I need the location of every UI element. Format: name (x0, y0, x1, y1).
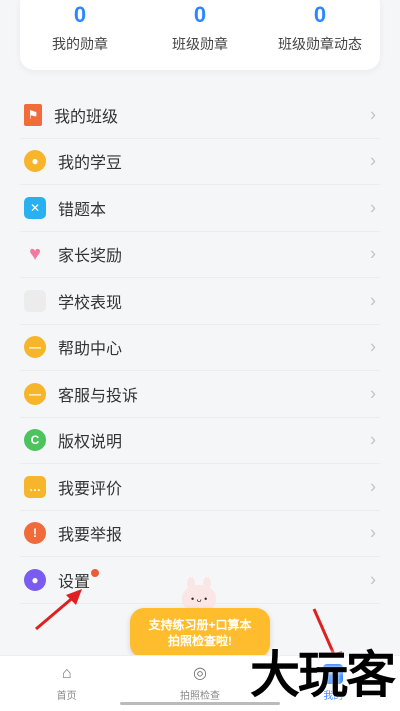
watermark: 大玩客 (250, 647, 396, 703)
menu-item-label: 我的学豆 (58, 155, 123, 173)
stat-label: 班级勋章动态 (278, 36, 362, 52)
stats-card: 0 我的勋章 0 班级勋章 0 班级勋章动态 (20, 0, 380, 70)
chevron-right-icon: › (370, 150, 376, 171)
flag-icon: ⚑ (24, 103, 42, 126)
service-icon: — (24, 382, 46, 405)
promo-line2: 拍照检查啦! (168, 634, 232, 648)
menu-item-my-class[interactable]: ⚑ 我的班级 › (20, 92, 380, 139)
menu-item-customer-service[interactable]: — 客服与投诉 › (20, 371, 380, 418)
settings-menu: ⚑ 我的班级 › ● 我的学豆 › ✕ 错题本 › ♥ 家长奖励 › 学校表现 … (20, 92, 380, 604)
menu-item-parent-rewards[interactable]: ♥ 家长奖励 › (20, 232, 380, 278)
chevron-right-icon: › (370, 522, 376, 543)
chevron-right-icon: › (370, 290, 376, 311)
menu-item-label: 版权说明 (58, 434, 123, 452)
menu-item-label: 我的班级 (54, 108, 119, 126)
help-icon: — (24, 336, 46, 359)
menu-item-mistake-book[interactable]: ✕ 错题本 › (20, 185, 380, 232)
chevron-right-icon: › (370, 197, 376, 218)
bean-icon: ● (24, 150, 46, 173)
stat-my-medals[interactable]: 0 我的勋章 (20, 0, 140, 54)
promo-bubble[interactable]: 支持练习册+口算本 拍照检查啦! (130, 608, 270, 658)
notebook-icon: ✕ (24, 196, 46, 219)
menu-item-label: 我要举报 (58, 527, 123, 545)
camera-icon: ◎ (193, 665, 207, 682)
report-icon: ! (24, 522, 46, 545)
tab-home[interactable]: ⌂ 首页 (0, 656, 133, 711)
stat-class-medals[interactable]: 0 班级勋章 (140, 0, 260, 54)
tab-label: 首页 (56, 691, 77, 702)
menu-item-my-beans[interactable]: ● 我的学豆 › (20, 139, 380, 185)
stat-value: 0 (313, 2, 327, 27)
menu-item-label: 错题本 (58, 201, 107, 219)
heart-icon: ♥ (29, 242, 41, 265)
menu-item-school-performance[interactable]: 学校表现 › (20, 278, 380, 325)
menu-item-help-center[interactable]: — 帮助中心 › (20, 325, 380, 371)
stat-label: 班级勋章 (172, 36, 228, 52)
menu-item-rate[interactable]: … 我要评价 › (20, 464, 380, 511)
chevron-right-icon: › (370, 104, 376, 125)
notification-dot (91, 569, 99, 577)
promo-line1: 支持练习册+口算本 (148, 618, 252, 632)
annotation-arrow-settings (35, 589, 82, 631)
stat-value: 0 (73, 2, 87, 27)
school-icon (24, 289, 46, 312)
menu-item-label: 我要评价 (58, 480, 123, 498)
tab-label: 拍照检查 (179, 691, 220, 702)
chevron-right-icon: › (370, 243, 376, 264)
home-icon: ⌂ (61, 665, 72, 682)
menu-item-copyright[interactable]: C 版权说明 › (20, 418, 380, 464)
chevron-right-icon: › (370, 569, 376, 590)
stat-value: 0 (193, 2, 207, 27)
menu-item-label: 学校表现 (58, 294, 123, 312)
stat-label: 我的勋章 (52, 36, 108, 52)
copyright-icon: C (24, 429, 46, 452)
menu-item-label: 帮助中心 (58, 341, 123, 359)
chevron-right-icon: › (370, 336, 376, 357)
comment-icon: … (24, 475, 46, 498)
menu-item-label: 家长奖励 (58, 248, 123, 266)
stat-class-medal-feed[interactable]: 0 班级勋章动态 (260, 0, 380, 54)
menu-item-label: 客服与投诉 (58, 387, 139, 405)
chevron-right-icon: › (370, 429, 376, 450)
chevron-right-icon: › (370, 383, 376, 404)
chevron-right-icon: › (370, 476, 376, 497)
menu-item-report[interactable]: ! 我要举报 › (20, 511, 380, 557)
